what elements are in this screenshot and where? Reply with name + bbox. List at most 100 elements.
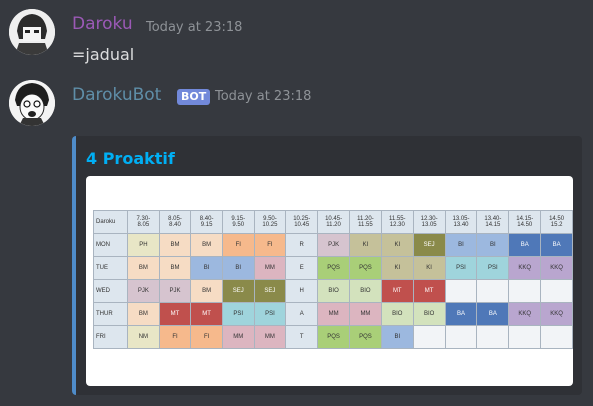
timetable-cell: BM [158, 233, 192, 257]
timetable-day-cell: MON [92, 233, 129, 257]
timetable-cell: BI [380, 325, 414, 349]
timetable-cell: KKQ [540, 256, 573, 280]
timetable-cell: KKQ [508, 256, 542, 280]
username[interactable]: DarokuBot [72, 85, 161, 105]
timetable-cell: FI [158, 325, 192, 349]
timetable-header-cell: 11.20- 11.55 [349, 210, 382, 234]
timetable-day-cell: TUE [92, 256, 129, 280]
timetable-cell: MM [253, 325, 287, 349]
timetable-cell [508, 279, 542, 303]
timetable-header-cell: 10.25- 10.45 [285, 210, 319, 234]
timetable-cell: BM [158, 256, 192, 280]
timetable-day-cell: THUR [92, 302, 129, 326]
timetable-header-cell: 10.45- 11.20 [317, 210, 351, 234]
timetable-cell: PSI [444, 256, 478, 280]
timetable-cell: MT [380, 279, 414, 303]
timetable-cell [540, 325, 573, 349]
timetable: Daroku 7.30- 8.05 8.05- 8.40 8.40- 9.15 9.15… [92, 210, 573, 349]
timetable-cell: PJK [317, 233, 351, 257]
timetable-cell [540, 279, 573, 303]
timetable-header-cell: 8.40- 9.15 [190, 210, 223, 234]
timetable-cell: FI [253, 233, 287, 257]
timetable-cell: BIO [380, 302, 414, 326]
timetable-cell: SEJ [221, 279, 255, 303]
timetable-cell: PQS [317, 256, 351, 280]
timetable-header-cell: 9.15- 9.50 [221, 210, 255, 234]
timetable-cell: KKQ [540, 302, 573, 326]
timetable-header-cell: 14.15- 14.50 [508, 210, 542, 234]
timetable-header-cell: Daroku [92, 210, 129, 234]
timetable-cell: BIO [317, 279, 351, 303]
avatar-image-icon [9, 80, 55, 126]
timetable-header-cell: 11.55- 12.30 [380, 210, 414, 234]
timetable-cell: BM [127, 302, 160, 326]
timetable-cell: MM [349, 302, 382, 326]
timetable-cell: BA [476, 302, 510, 326]
timetable-row: FRI NM FI FI MM MM T PQS PQS BI [92, 325, 573, 349]
timetable-cell: SEJ [412, 233, 446, 257]
timetable-cell: E [285, 256, 319, 280]
timetable-cell: KI [412, 256, 446, 280]
timetable-cell: KI [380, 256, 414, 280]
timetable-cell: BIO [412, 302, 446, 326]
timetable-cell: BI [221, 256, 255, 280]
timetable-row: TUE BM BM BI BI MM E PQS PQS KI KI PSI PSI KKQ KKQ [92, 256, 573, 280]
timetable-row: THUR BM MT MT PSI PSI A MM MM BIO BIO BA BA KKQ KKQ [92, 302, 573, 326]
timetable-cell [444, 325, 478, 349]
timetable-cell: NM [127, 325, 160, 349]
timetable-header-cell: 9.50- 10.25 [253, 210, 287, 234]
timetable-header-cell: 8.05- 8.40 [158, 210, 192, 234]
timetable-row: WED PJK PJK BM SEJ SEJ H BIO BIO MT MT [92, 279, 573, 303]
timetable-header-cell: 13.05- 13.40 [444, 210, 478, 234]
timetable-cell: MM [317, 302, 351, 326]
avatar[interactable] [9, 9, 55, 55]
username[interactable]: Daroku [72, 14, 133, 34]
timetable-cell [412, 325, 446, 349]
timetable-cell: H [285, 279, 319, 303]
timetable-cell: PSI [476, 256, 510, 280]
timetable-cell: BA [508, 233, 542, 257]
timetable-cell [508, 325, 542, 349]
timetable-cell: KI [380, 233, 414, 257]
timetable-cell [476, 325, 510, 349]
timestamp: Today at 23:18 [146, 20, 243, 35]
timetable-cell: KKQ [508, 302, 542, 326]
timetable-cell: SEJ [253, 279, 287, 303]
timetable-cell: BM [190, 279, 223, 303]
embed-title[interactable]: 4 Proaktif [86, 149, 175, 169]
timetable-cell: A [285, 302, 319, 326]
timetable-header-cell: 13.40- 14.15 [476, 210, 510, 234]
avatar[interactable] [9, 80, 55, 126]
timetable-cell: BI [476, 233, 510, 257]
timetable-cell: FI [221, 233, 255, 257]
timetable-cell: PQS [317, 325, 351, 349]
avatar-image-icon [9, 9, 55, 55]
timetable-cell: PSI [221, 302, 255, 326]
timetable-cell: FI [190, 325, 223, 349]
timestamp: Today at 23:18 [215, 89, 312, 104]
embed-image[interactable]: Daroku 7.30- 8.05 8.05- 8.40 8.40- 9.15 9.15… [86, 176, 573, 386]
timetable-cell: PQS [349, 325, 382, 349]
timetable-cell: MT [412, 279, 446, 303]
timetable-cell: MM [253, 256, 287, 280]
timetable-day-cell: FRI [92, 325, 129, 349]
timetable-cell: R [285, 233, 319, 257]
timetable-cell [476, 279, 510, 303]
timetable-cell: BM [190, 233, 223, 257]
timetable-cell: PSI [253, 302, 287, 326]
timetable-cell: PJK [158, 279, 192, 303]
timetable-cell: PH [127, 233, 160, 257]
timetable-cell: BA [540, 233, 573, 257]
timetable-cell: MM [221, 325, 255, 349]
embed: 4 Proaktif Daroku 7.30- 8.05 8.05- 8.40 8.4… [72, 136, 582, 395]
timetable-cell: MT [158, 302, 192, 326]
timetable-cell: BIO [349, 279, 382, 303]
timetable-day-cell: WED [92, 279, 129, 303]
timetable-cell: BM [127, 256, 160, 280]
timetable-cell: BA [444, 302, 478, 326]
timetable-cell: BI [190, 256, 223, 280]
bot-badge: BOT [177, 89, 211, 105]
timetable-cell: T [285, 325, 319, 349]
timetable-header-cell: 14.50 15.2 [540, 210, 573, 234]
timetable-header-row: Daroku 7.30- 8.05 8.05- 8.40 8.40- 9.15 9.15… [92, 210, 573, 234]
